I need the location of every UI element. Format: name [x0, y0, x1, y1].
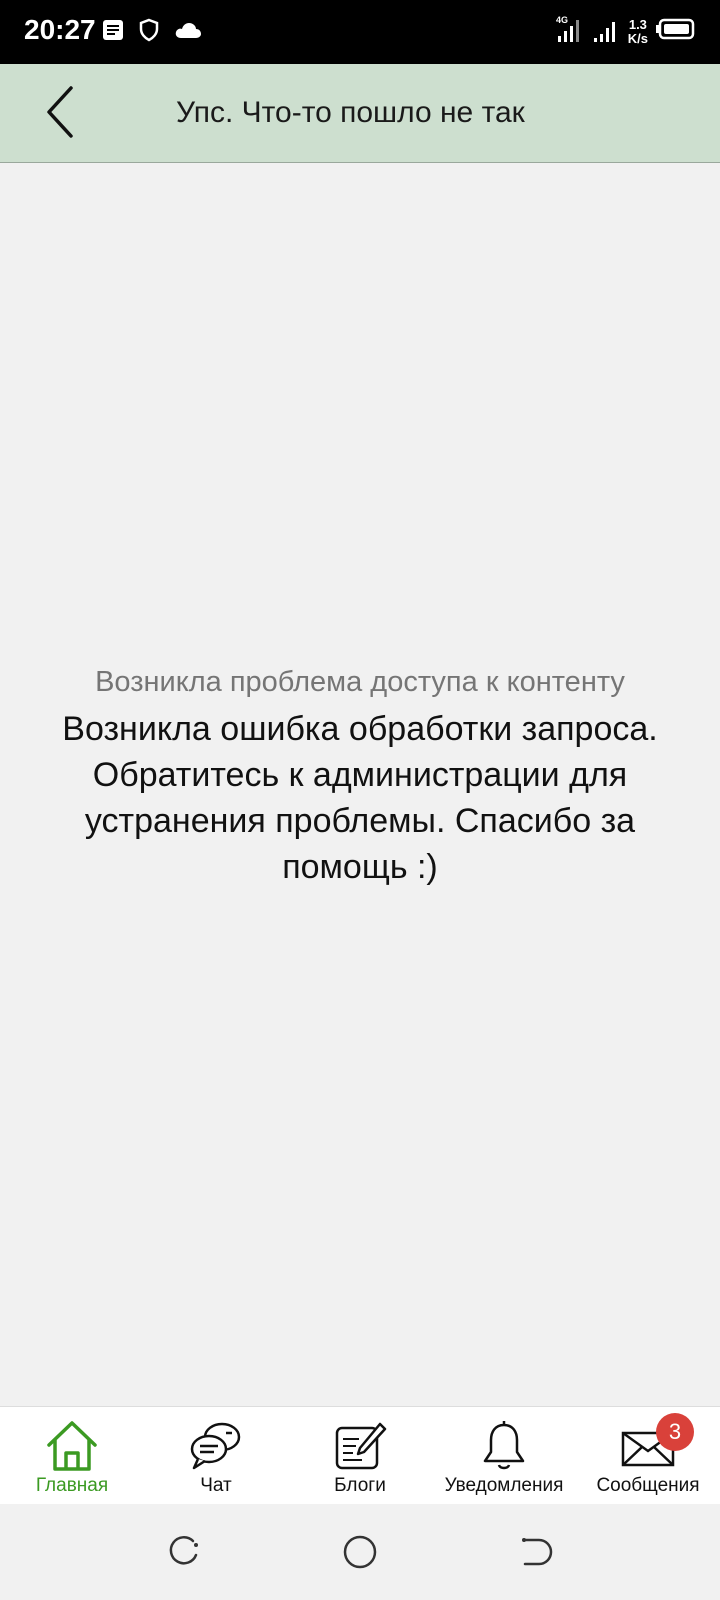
nav-item-blogs[interactable]: Блоги [288, 1407, 432, 1504]
battery-icon [656, 18, 696, 45]
messages-badge: 3 [656, 1413, 694, 1451]
status-bar: 20:27 4G 1.3 K/s [0, 0, 720, 64]
signal-4g-icon: 4G [554, 14, 584, 49]
system-nav-bar [0, 1504, 720, 1600]
error-subtitle: Возникла проблема доступа к контенту [95, 666, 625, 698]
signal-icon [592, 14, 620, 49]
nav-label-blogs: Блоги [334, 1475, 386, 1496]
back-gesture-icon[interactable] [516, 1532, 556, 1572]
nav-item-messages[interactable]: Сообщения 3 [576, 1407, 720, 1504]
notes-icon [102, 19, 124, 46]
app-header: Упс. Что-то пошло не так [0, 64, 720, 163]
speed-unit: K/s [627, 30, 648, 46]
status-icons-right: 4G 1.3 K/s [554, 14, 696, 49]
error-block: Возникла проблема доступа к контенту Воз… [20, 662, 700, 890]
speed-value: 1.3 [628, 16, 647, 32]
error-message: Возникла ошибка обработки запроса. Обрат… [62, 710, 658, 886]
home-icon [44, 1419, 100, 1473]
nav-item-notifications[interactable]: Уведомления [432, 1407, 576, 1504]
nav-item-home[interactable]: Главная [0, 1407, 144, 1504]
status-time: 20:27 [24, 14, 96, 45]
network-speed: 1.3 K/s [627, 16, 648, 46]
svg-text:4G: 4G [556, 15, 568, 25]
nav-label-messages: Сообщения [596, 1475, 700, 1496]
shield-icon [138, 18, 160, 47]
back-button[interactable] [30, 82, 90, 146]
main-content: Возникла проблема доступа к контенту Воз… [0, 164, 720, 1406]
cloud-icon [174, 20, 202, 45]
nav-label-home: Главная [35, 1475, 109, 1496]
nav-label-notifications: Уведомления [444, 1475, 564, 1496]
nav-item-chat[interactable]: Чат [144, 1407, 288, 1504]
recents-icon[interactable] [164, 1532, 204, 1572]
blog-icon [332, 1419, 388, 1473]
chat-icon [188, 1419, 244, 1473]
home-circle-icon[interactable] [340, 1532, 380, 1572]
bell-icon [476, 1419, 532, 1473]
bottom-nav: Главная Чат Блоги Уведомления Сообщения … [0, 1406, 720, 1504]
nav-label-chat: Чат [200, 1475, 232, 1496]
status-icons-left [102, 18, 202, 47]
page-title: Упс. Что-то пошло не так [176, 96, 525, 129]
chevron-left-icon [43, 84, 77, 145]
